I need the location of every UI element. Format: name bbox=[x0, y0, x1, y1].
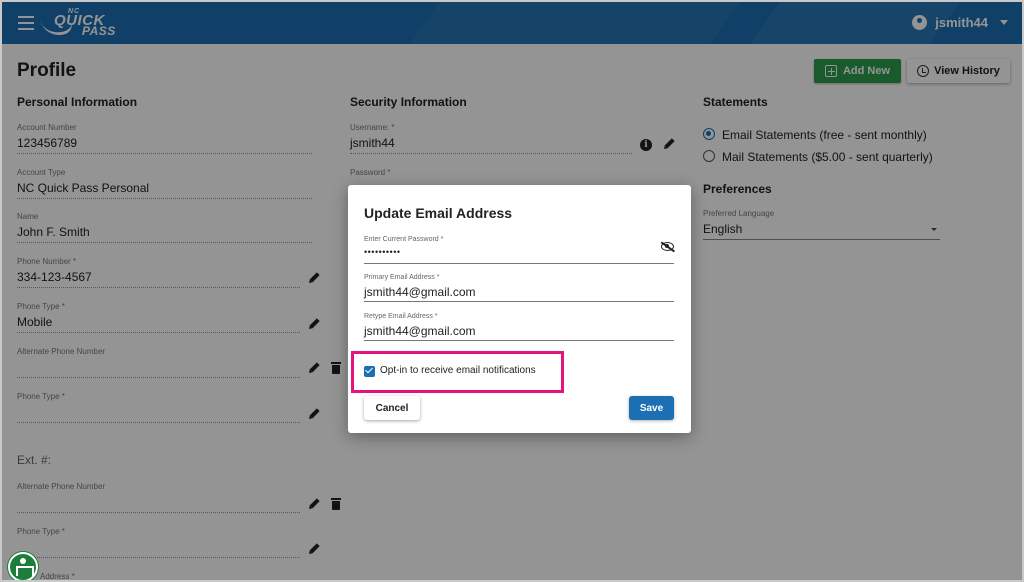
update-email-dialog: Update Email Address Enter Current Passw… bbox=[348, 185, 691, 433]
primary-email-value: jsmith44@gmail.com bbox=[364, 285, 476, 299]
accessibility-icon[interactable] bbox=[8, 552, 38, 580]
current-password-label: Enter Current Password * bbox=[364, 236, 444, 243]
current-password-value: •••••••••• bbox=[364, 247, 401, 257]
input-underline bbox=[364, 301, 674, 302]
optin-label[interactable]: Opt-in to receive email notifications bbox=[380, 365, 536, 376]
primary-email-label: Primary Email Address * bbox=[364, 274, 440, 281]
optin-checkbox[interactable] bbox=[364, 366, 375, 377]
cancel-button[interactable]: Cancel bbox=[364, 396, 420, 420]
input-underline bbox=[364, 263, 674, 264]
visibility-off-icon[interactable] bbox=[661, 242, 674, 251]
dialog-title: Update Email Address bbox=[364, 205, 513, 221]
retype-email-input[interactable]: Retype Email Address * jsmith44@gmail.co… bbox=[364, 313, 674, 341]
input-underline bbox=[364, 340, 674, 341]
app-window: NC QUICK PASS jsmith44 Profile Add New V… bbox=[0, 0, 1024, 582]
retype-email-value: jsmith44@gmail.com bbox=[364, 324, 476, 338]
save-button[interactable]: Save bbox=[629, 396, 674, 420]
primary-email-input[interactable]: Primary Email Address * jsmith44@gmail.c… bbox=[364, 274, 674, 302]
current-password-input[interactable]: Enter Current Password * •••••••••• bbox=[364, 236, 674, 264]
retype-email-label: Retype Email Address * bbox=[364, 313, 438, 320]
